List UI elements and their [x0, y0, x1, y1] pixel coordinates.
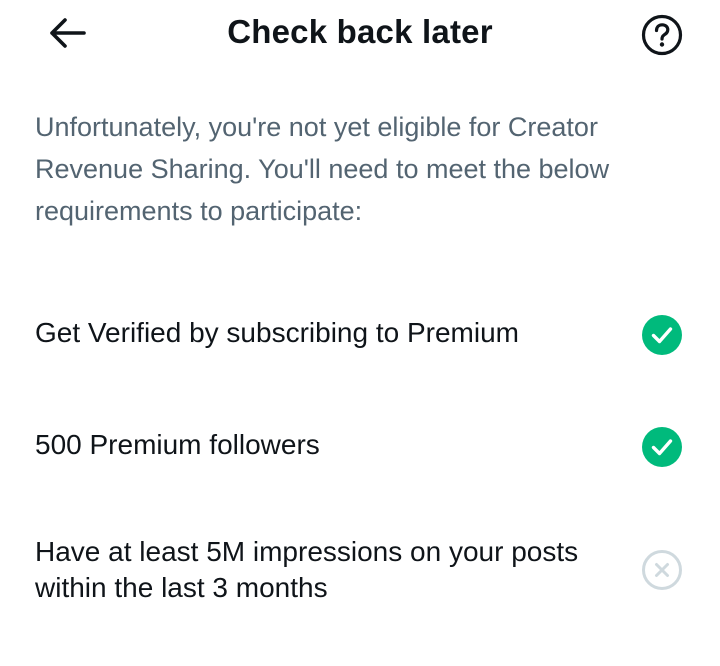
header-bar: Check back later: [0, 0, 720, 64]
page-title: Check back later: [227, 13, 493, 50]
check-circle-icon: [639, 312, 685, 358]
requirement-item-verified: Get Verified by subscribing to Premium: [35, 315, 685, 355]
question-circle-icon: [641, 14, 683, 56]
requirement-item-impressions: Have at least 5M impressions on your pos…: [35, 534, 685, 606]
help-button[interactable]: [638, 12, 686, 58]
requirement-label: 500 Premium followers: [35, 429, 320, 460]
x-circle-icon: [639, 547, 685, 593]
check-circle-icon: [639, 424, 685, 470]
requirement-item-premium-followers: 500 Premium followers: [35, 427, 685, 467]
requirement-label: Have at least 5M impressions on your pos…: [35, 536, 579, 603]
requirement-label: Get Verified by subscribing to Premium: [35, 317, 519, 348]
eligibility-intro-text: Unfortunately, you're not yet eligible f…: [35, 112, 610, 226]
